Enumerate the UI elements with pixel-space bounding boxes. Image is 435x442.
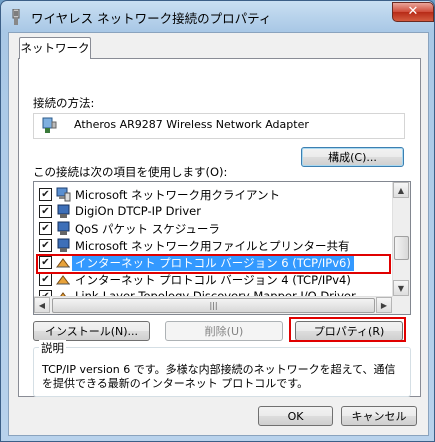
description-group: TCP/IP version 6 です。多様な内部接続のネットワークを超えて、通… (33, 347, 411, 397)
list-item-label: QoS パケット スケジューラ (75, 222, 220, 236)
scroll-down-icon[interactable]: ▼ (393, 280, 409, 296)
highlight-box-ipv6 (36, 254, 391, 274)
horizontal-scroll-thumb[interactable]: ||| (52, 298, 375, 313)
cancel-button[interactable]: キャンセル (341, 406, 417, 426)
protocol-icon (56, 275, 70, 285)
network-adapter-icon (12, 9, 20, 25)
ok-button[interactable]: OK (258, 406, 333, 426)
list-item-label: Microsoft ネットワーク用ファイルとプリンター共有 (75, 239, 350, 253)
close-button[interactable]: ✕ (392, 2, 434, 22)
checkbox[interactable]: ✔ (39, 205, 52, 218)
list-item[interactable]: ✔ Microsoft ネットワーク用ファイルとプリンター共有 (34, 237, 390, 254)
list-item[interactable]: ✔ Microsoft ネットワーク用クライアント (34, 186, 390, 203)
uninstall-button[interactable]: 削除(U) (165, 321, 283, 341)
items-label: この接続は次の項目を使用します(O): (33, 165, 228, 179)
network-service-icon (57, 238, 70, 252)
connection-method-label: 接続の方法: (33, 96, 95, 110)
horizontal-scrollbar[interactable]: ◀ ||| ▶ (34, 296, 393, 314)
network-client-icon (56, 187, 71, 202)
network-card-icon (42, 117, 57, 133)
highlight-box-properties (289, 317, 406, 342)
title-bar[interactable]: ワイヤレス ネットワーク接続のプロパティ ✕ (1, 1, 434, 32)
tab-network[interactable]: ネットワーク (19, 37, 91, 59)
list-item-label: DigiOn DTCP-IP Driver (75, 204, 201, 218)
description-legend: 説明 (39, 340, 66, 356)
dialog-client-area: ネットワーク 接続の方法: Atheros AR9287 Wireless Ne… (8, 32, 429, 436)
scroll-right-icon[interactable]: ▶ (376, 297, 392, 313)
network-service-icon (57, 221, 70, 235)
scroll-left-icon[interactable]: ◀ (34, 297, 50, 313)
checkbox[interactable]: ✔ (39, 239, 52, 252)
tab-panel-network: 接続の方法: Atheros AR9287 Wireless Network A… (18, 58, 421, 397)
window-title: ワイヤレス ネットワーク接続のプロパティ (31, 11, 272, 26)
description-line-2: を提供できる最新のインターネット プロトコルです。 (42, 377, 309, 390)
properties-window: ワイヤレス ネットワーク接続のプロパティ ✕ ネットワーク 接続の方法: Ath… (0, 0, 435, 442)
checkbox[interactable]: ✔ (39, 273, 52, 286)
checkbox[interactable]: ✔ (39, 222, 52, 235)
scroll-up-icon[interactable]: ▲ (393, 182, 409, 198)
configure-button[interactable]: 構成(C)... (301, 147, 404, 167)
vertical-scroll-thumb[interactable] (394, 236, 409, 260)
list-item[interactable]: ✔ QoS パケット スケジューラ (34, 220, 390, 237)
list-item-label: Microsoft ネットワーク用クライアント (75, 188, 281, 202)
items-list[interactable]: ✔ Microsoft ネットワーク用クライアント ✔ DigiOn DTCP-… (33, 181, 411, 315)
install-button[interactable]: インストール(N)... (33, 321, 150, 341)
checkbox[interactable]: ✔ (39, 188, 52, 201)
vertical-scrollbar[interactable]: ▲ ▼ (392, 182, 410, 314)
adapter-field: Atheros AR9287 Wireless Network Adapter (33, 113, 405, 139)
list-item-label: インターネット プロトコル バージョン 4 (TCP/IPv4) (75, 273, 351, 287)
list-item[interactable]: ✔ DigiOn DTCP-IP Driver (34, 203, 390, 220)
description-line-1: TCP/IP version 6 です。多様な内部接続のネットワークを超えて、通… (42, 363, 396, 376)
adapter-name: Atheros AR9287 Wireless Network Adapter (74, 118, 309, 131)
network-service-icon (57, 204, 70, 218)
